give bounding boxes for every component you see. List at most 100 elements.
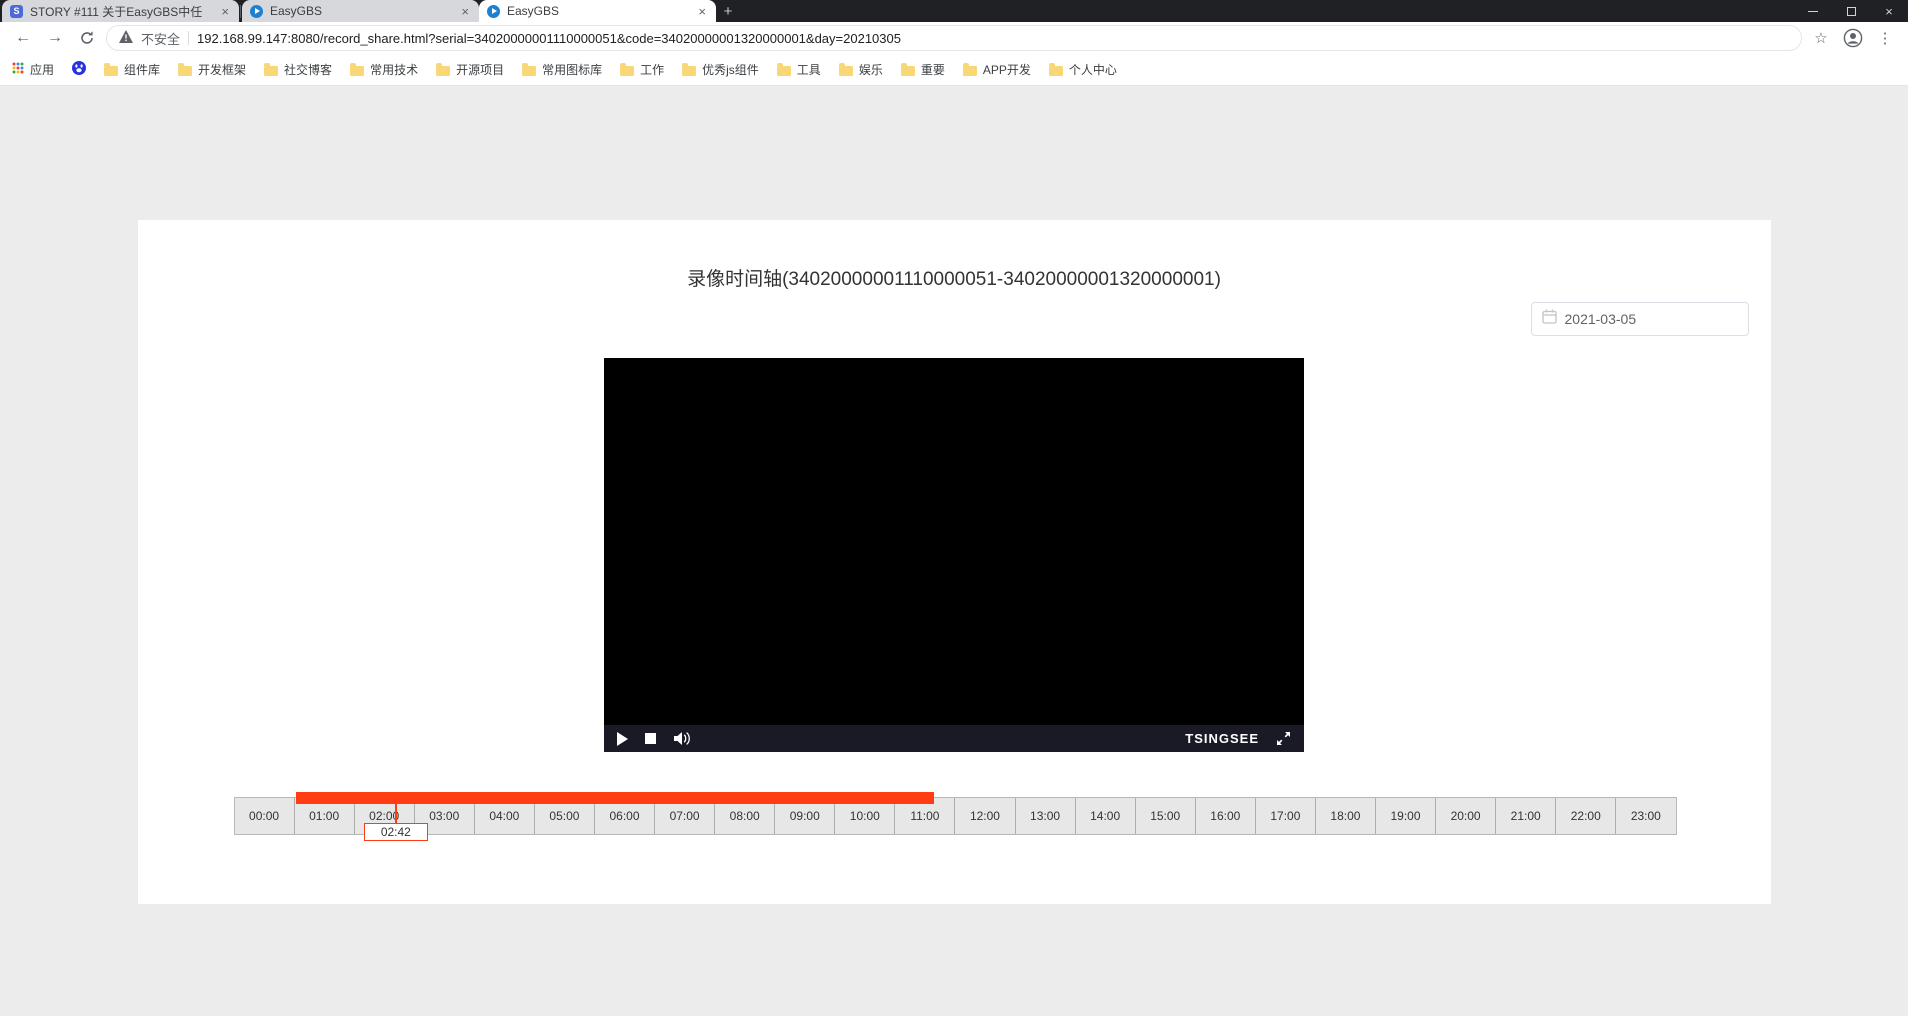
forward-icon[interactable]: → [42, 25, 68, 51]
bookmark-folder-list: 组件库 开发框架 社交博客 常用技术 开源项目 常用图标库 工作 优秀js组件 … [104, 61, 1117, 78]
timeline-hour-cell[interactable]: 21:00 [1496, 798, 1557, 834]
timeline-hour-cell[interactable]: 22:00 [1556, 798, 1617, 834]
bookmark-folder[interactable]: 社交博客 [264, 61, 332, 78]
bookmark-star-icon[interactable]: ☆ [1808, 25, 1834, 51]
play-button[interactable] [617, 731, 628, 746]
security-label: 不安全 [141, 31, 181, 47]
timeline-hour-cell[interactable]: 13:00 [1016, 798, 1076, 834]
timeline-hour-cell[interactable]: 14:00 [1076, 798, 1136, 834]
timeline-hour-label: 14:00 [1090, 809, 1121, 823]
bookmark-folder[interactable]: 个人中心 [1048, 61, 1117, 78]
date-picker[interactable]: 2021-03-05 [1530, 302, 1749, 336]
browser-tab-1[interactable]: STORY #111 关于EasyGBS中任 × [2, 0, 239, 22]
timeline-hour-cell[interactable]: 16:00 [1196, 798, 1256, 834]
url-text: 192.168.99.147:8080/record_share.html?se… [197, 30, 901, 46]
close-button[interactable]: × [1870, 0, 1908, 22]
bookmark-folder[interactable]: APP开发 [962, 61, 1031, 78]
easygbs-favicon-icon [250, 4, 263, 18]
bookmark-folder[interactable]: 常用技术 [350, 61, 418, 78]
folder-icon [838, 62, 853, 76]
timeline-hour-label: 17:00 [1270, 809, 1301, 823]
browser-tab-3-active[interactable]: EasyGBS × [479, 0, 716, 22]
timeline-hour-cell[interactable]: 00:00 [235, 798, 295, 834]
bookmark-apps[interactable]: 应用 [12, 61, 54, 78]
omnibox-divider [188, 31, 190, 45]
timeline-hour-label: 03:00 [429, 809, 460, 823]
timeline-hour-label: 11:00 [910, 809, 940, 823]
timeline-hour-label: 05:00 [549, 809, 580, 823]
timeline-hour-label: 08:00 [729, 809, 760, 823]
bookmark-label: 开发框架 [198, 63, 247, 77]
bookmark-label: 个人中心 [1068, 63, 1117, 77]
timeline-hour-cell[interactable]: 15:00 [1136, 798, 1196, 834]
timeline-hour-label: 12:00 [969, 809, 1000, 823]
bookmark-folder[interactable]: 优秀js组件 [682, 61, 759, 78]
timeline-hour-cell[interactable]: 23:00 [1616, 798, 1675, 834]
bookmark-label: 组件库 [124, 63, 161, 77]
browser-tab-2[interactable]: EasyGBS × [242, 0, 479, 22]
bookmark-label: 工具 [796, 63, 821, 77]
timeline-hour-label: 19:00 [1390, 809, 1421, 823]
stop-button[interactable] [645, 733, 656, 744]
timeline-hour-cell[interactable]: 18:00 [1316, 798, 1376, 834]
bookmark-folder[interactable]: 重要 [900, 61, 945, 78]
video-player[interactable]: TSINGSEE [604, 358, 1304, 752]
folder-icon [104, 62, 119, 76]
bookmark-folder[interactable]: 工具 [776, 61, 821, 78]
bookmark-folder[interactable]: 开源项目 [436, 61, 504, 78]
timeline-hour-cell[interactable]: 17:00 [1256, 798, 1316, 834]
back-icon[interactable]: ← [10, 25, 36, 51]
bookmark-folder[interactable]: 组件库 [104, 61, 160, 78]
bookmark-folder[interactable]: 开发框架 [178, 61, 246, 78]
timeline-hour-cell[interactable]: 12:00 [955, 798, 1016, 834]
menu-kebab-icon[interactable]: ⋮ [1872, 25, 1898, 51]
window-controls: × [1794, 0, 1908, 22]
timeline-hour-cell[interactable]: 20:00 [1436, 798, 1497, 834]
timeline-hour-label: 16:00 [1210, 809, 1241, 823]
new-tab-button[interactable]: + [716, 0, 740, 22]
bookmark-folder[interactable]: 工作 [620, 61, 664, 78]
bookmark-label: 应用 [30, 63, 55, 77]
maximize-button[interactable] [1832, 0, 1870, 22]
player-brand-logo: TSINGSEE [1185, 731, 1259, 746]
content-card: 录像时间轴(34020000001110000051-3402000000132… [137, 220, 1771, 904]
minimize-button[interactable] [1794, 0, 1832, 22]
bookmark-label: 社交博客 [284, 63, 333, 77]
timeline[interactable]: 00:00 01:00 02:00 03:00 04:00 05:00 06:0… [233, 792, 1677, 844]
bookmark-label: APP开发 [982, 63, 1031, 77]
warning-icon [119, 30, 133, 46]
story-favicon-icon [10, 4, 23, 18]
timeline-hour-label: 23:00 [1630, 809, 1661, 823]
folder-icon [682, 62, 697, 76]
bookmark-folder[interactable]: 娱乐 [838, 61, 883, 78]
folder-icon [350, 62, 365, 76]
fullscreen-icon[interactable] [1276, 731, 1291, 746]
baidu-favicon-icon[interactable] [72, 61, 87, 78]
timeline-hour-label: 20:00 [1450, 809, 1481, 823]
timeline-recording-bar [296, 792, 934, 804]
refresh-icon[interactable] [74, 25, 100, 51]
folder-icon [900, 62, 915, 76]
timeline-hour-label: 10:00 [849, 809, 880, 823]
folder-icon [264, 62, 279, 76]
profile-avatar[interactable] [1840, 25, 1866, 51]
page-background: 录像时间轴(34020000001110000051-3402000000132… [0, 86, 1908, 1016]
timeline-hour-label: 13:00 [1030, 809, 1061, 823]
tab-close-icon[interactable]: × [459, 5, 471, 18]
bookmark-label: 娱乐 [858, 63, 883, 77]
timeline-hour-label: 00:00 [249, 809, 280, 823]
tab-close-icon[interactable]: × [696, 5, 708, 18]
folder-icon [776, 62, 791, 76]
timeline-hour-cell[interactable]: 19:00 [1376, 798, 1437, 834]
tab-close-icon[interactable]: × [219, 5, 231, 18]
timeline-hour-label: 06:00 [609, 809, 640, 823]
tab-title: EasyGBS [270, 4, 323, 18]
bookmark-folder[interactable]: 常用图标库 [522, 61, 602, 78]
bookmark-label: 开源项目 [456, 63, 505, 77]
timeline-hour-label: 01:00 [309, 809, 340, 823]
address-bar[interactable]: 不安全 192.168.99.147:8080/record_share.htm… [106, 25, 1802, 51]
date-value: 2021-03-05 [1564, 311, 1637, 327]
timeline-hour-label: 04:00 [489, 809, 520, 823]
volume-icon[interactable] [673, 731, 692, 746]
bookmark-label: 优秀js组件 [702, 63, 759, 77]
